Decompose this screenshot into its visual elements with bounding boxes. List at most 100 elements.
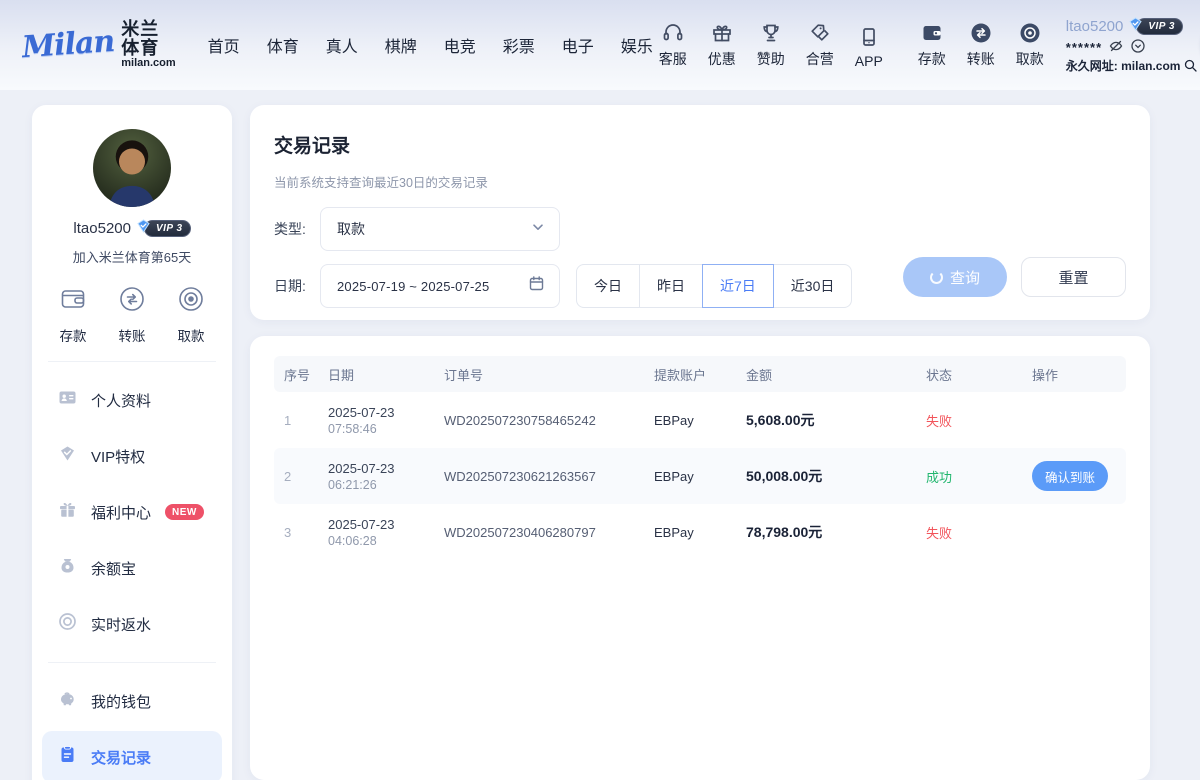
- vip-badge: VIP 3: [1128, 17, 1183, 36]
- sidebar-item-profile[interactable]: 个人资料: [32, 372, 232, 428]
- joined-days-label: 加入米兰体育第65天: [32, 247, 232, 266]
- withdraw-outline-icon: [176, 284, 206, 319]
- type-select-value: 取款: [337, 219, 531, 239]
- transaction-doc-icon: [58, 745, 77, 769]
- sidebar-menu-records: 我的钱包 交易记录 投注记录: [32, 663, 232, 780]
- date-range-input[interactable]: 2025-07-19 ~ 2025-07-25: [320, 264, 560, 308]
- partner-link[interactable]: 合营: [800, 21, 840, 69]
- confirm-receipt-button[interactable]: 确认到账: [1032, 461, 1108, 491]
- withdraw-link[interactable]: 取款: [1010, 21, 1050, 69]
- page-subtitle: 当前系统支持查询最近30日的交易记录: [274, 172, 1126, 191]
- date-label: 日期:: [274, 276, 320, 296]
- transfer-link[interactable]: 转账: [961, 21, 1001, 69]
- profile-vip-badge: VIP 3: [136, 219, 191, 238]
- nav-item-sports[interactable]: 体育: [267, 33, 299, 57]
- row-date: 2025-07-23: [328, 517, 434, 532]
- nav-item-chess[interactable]: 棋牌: [385, 33, 417, 57]
- row-time: 07:58:46: [328, 422, 434, 436]
- balance-mask: ******: [1066, 40, 1102, 55]
- query-button[interactable]: 查询: [903, 257, 1007, 297]
- header-quick-links: 客服 优惠: [653, 21, 1050, 69]
- sidebar-withdraw-button[interactable]: 取款: [176, 284, 206, 345]
- wallet-outline-icon: [58, 284, 88, 319]
- col-amount: 金额: [736, 365, 916, 384]
- transactions-table-card: 序号 日期 订单号 提款账户 金额 状态 操作 1 2025-07-23 07:…: [250, 336, 1150, 780]
- sidebar-item-yuebao[interactable]: 余额宝: [32, 540, 232, 596]
- col-action: 操作: [1022, 365, 1126, 384]
- transfer-icon: [969, 21, 993, 45]
- range-yesterday-button[interactable]: 昨日: [639, 264, 703, 308]
- withdraw-icon: [1018, 21, 1042, 45]
- sidebar-item-vip[interactable]: VIP特权: [32, 428, 232, 484]
- refresh-chevron-icon[interactable]: [1130, 38, 1146, 54]
- logo-script-text: Milan: [21, 24, 115, 65]
- gem-icon: [58, 444, 77, 468]
- reset-button[interactable]: 重置: [1021, 257, 1126, 297]
- headset-icon: [661, 21, 685, 45]
- id-card-icon: [58, 388, 77, 412]
- table-row: 3 2025-07-23 04:06:28 WD2025072304062807…: [274, 504, 1126, 560]
- table-row: 1 2025-07-23 07:58:46 WD2025072307584652…: [274, 392, 1126, 448]
- row-date: 2025-07-23: [328, 405, 434, 420]
- nav-item-lottery[interactable]: 彩票: [503, 33, 535, 57]
- sidebar-item-rebate[interactable]: 实时返水: [32, 596, 232, 652]
- withdraw-account: EBPay: [644, 525, 736, 540]
- type-label: 类型:: [274, 219, 320, 239]
- loading-spinner-icon: [930, 271, 943, 284]
- page-title: 交易记录: [274, 131, 1126, 158]
- eye-slash-icon[interactable]: [1108, 38, 1124, 54]
- nav-item-slots[interactable]: 电子: [562, 33, 594, 57]
- wallet-icon: [920, 21, 944, 45]
- rebate-circle-icon: [58, 612, 77, 636]
- range-7days-button[interactable]: 近7日: [702, 264, 774, 308]
- sidebar-transfer-button[interactable]: 转账: [117, 284, 147, 345]
- nav-item-live[interactable]: 真人: [326, 33, 358, 57]
- sidebar-item-transactions[interactable]: 交易记录: [42, 731, 222, 780]
- site-logo[interactable]: Milan 米兰体育 milan.com: [22, 20, 176, 69]
- sidebar-item-wallet[interactable]: 我的钱包: [32, 673, 232, 729]
- profile-username: ltao5200: [73, 220, 131, 237]
- amount: 5,608.00元: [736, 410, 916, 430]
- row-time: 06:21:26: [328, 478, 434, 492]
- top-header: Milan 米兰体育 milan.com 首页 体育 真人 棋牌 电竞 彩票 电…: [0, 0, 1200, 90]
- money-pouch-icon: [58, 556, 77, 580]
- calendar-icon: [528, 275, 545, 297]
- chevron-down-icon: [531, 220, 545, 239]
- deposit-link[interactable]: 存款: [912, 21, 952, 69]
- col-date: 日期: [318, 365, 434, 384]
- withdraw-account: EBPay: [644, 413, 736, 428]
- col-account: 提款账户: [644, 365, 736, 384]
- status-badge: 失败: [926, 526, 952, 541]
- header-username[interactable]: ltao5200: [1066, 18, 1124, 35]
- service-link[interactable]: 客服: [653, 21, 693, 69]
- header-wallet-links: 存款 转账 取款: [912, 21, 1050, 69]
- phone-icon: [857, 25, 881, 49]
- status-badge: 失败: [926, 414, 952, 429]
- type-select[interactable]: 取款: [320, 207, 560, 251]
- col-status: 状态: [916, 365, 1022, 384]
- nav-item-entertainment[interactable]: 娱乐: [621, 33, 653, 57]
- sidebar-item-welfare[interactable]: 福利中心 NEW: [32, 484, 232, 540]
- range-today-button[interactable]: 今日: [576, 264, 640, 308]
- main-nav: 首页 体育 真人 棋牌 电竞 彩票 电子 娱乐: [208, 33, 653, 57]
- app-link[interactable]: APP: [849, 25, 889, 69]
- nav-item-esports[interactable]: 电竞: [444, 33, 476, 57]
- gift-solid-icon: [58, 500, 77, 524]
- nav-item-home[interactable]: 首页: [208, 33, 240, 57]
- promo-link[interactable]: 优惠: [702, 21, 742, 69]
- sponsor-link[interactable]: 赞助: [751, 21, 791, 69]
- filter-card: 交易记录 当前系统支持查询最近30日的交易记录 类型: 取款 日期: 2025-…: [250, 105, 1150, 320]
- range-30days-button[interactable]: 近30日: [773, 264, 853, 308]
- profile-avatar[interactable]: [93, 129, 171, 207]
- trophy-icon: [759, 21, 783, 45]
- sidebar-deposit-button[interactable]: 存款: [58, 284, 88, 345]
- new-badge: NEW: [165, 504, 204, 520]
- col-index: 序号: [274, 365, 318, 384]
- amount: 78,798.00元: [736, 522, 916, 542]
- magnifier-icon[interactable]: [1183, 58, 1198, 73]
- row-time: 04:06:28: [328, 534, 434, 548]
- table-row: 2 2025-07-23 06:21:26 WD2025072306212635…: [274, 448, 1126, 504]
- gift-icon: [710, 21, 734, 45]
- sidebar-menu: 个人资料 VIP特权 福利中心 NEW: [32, 362, 232, 662]
- transfer-outline-icon: [117, 284, 147, 319]
